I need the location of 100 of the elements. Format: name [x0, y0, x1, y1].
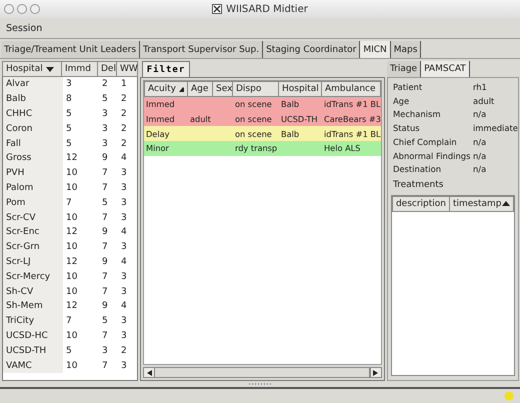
column-header[interactable]: description	[392, 196, 450, 212]
table-cell: 4	[121, 153, 127, 164]
table-cell: 4	[121, 301, 127, 312]
table-cell: 3	[121, 272, 127, 282]
scroll-right-icon[interactable]	[373, 370, 378, 376]
column-header[interactable]: Acuity	[144, 81, 188, 97]
table-cell: 12	[66, 227, 78, 238]
table-cell: 5	[66, 124, 72, 134]
minimize-button[interactable]	[17, 4, 27, 14]
patient-row[interactable]: Immed adult on scene UCSD-TH CareBears #3	[144, 112, 381, 126]
field-value: n/a	[472, 136, 488, 149]
column-header[interactable]: Sex	[213, 81, 233, 97]
table-cell: CHHC	[6, 108, 32, 119]
column-header[interactable]: Hospital	[2, 61, 62, 77]
table-cell: 12	[66, 256, 78, 267]
table-cell: 7	[102, 212, 108, 223]
field-label: Status	[392, 122, 421, 136]
table-cell: 5	[102, 198, 108, 208]
patient-row[interactable]: Delay on scene Balb idTrans #1 BL	[144, 126, 381, 142]
table-cell-text: Immed	[145, 114, 176, 124]
table-cell: 12	[66, 153, 78, 164]
table-cell: 5	[66, 346, 72, 356]
table-cell: 3	[121, 286, 127, 297]
patient-row[interactable]: Immed on scene Balb idTrans #1 BL	[144, 97, 381, 112]
column-header[interactable]: timestamp	[450, 196, 514, 212]
window-title: WIISARD Midtier	[226, 4, 308, 14]
table-cell: 10	[66, 286, 78, 297]
table-cell: 5	[66, 138, 72, 149]
table-cell: 7	[66, 198, 72, 208]
tab[interactable]: Triage/Treament Unit Leaders	[1, 41, 140, 58]
table-cell: 5	[102, 316, 108, 326]
table-cell: 3	[102, 124, 108, 134]
table-cell-text: idTrans #1 BL	[323, 99, 381, 110]
table-cell: 3	[121, 360, 127, 371]
column-header[interactable]: Dispo	[233, 81, 279, 97]
table-cell: 7	[102, 272, 108, 282]
tab[interactable]: MICN	[360, 41, 391, 58]
table-cell-text: Balb	[280, 99, 300, 110]
table-cell: 3	[121, 212, 127, 223]
table-cell: PVH	[6, 168, 24, 178]
column-header[interactable]: Age	[188, 81, 213, 97]
tab[interactable]: Staging Coordinator	[263, 41, 360, 58]
table-cell: Sh-CV	[6, 286, 34, 297]
table-cell: TriCity	[6, 316, 34, 326]
column-header[interactable]: Del	[98, 61, 117, 77]
column-header[interactable]: WW	[117, 61, 138, 77]
field-value: n/a	[472, 150, 488, 163]
table-cell: 5	[102, 94, 108, 104]
table-cell: VAMC	[6, 360, 32, 371]
table-cell-text: Immed	[145, 99, 176, 110]
table-cell: 4	[121, 227, 127, 238]
tab[interactable]: Triage	[386, 61, 422, 77]
table-cell: 7	[102, 168, 108, 178]
splitter-handle-icon[interactable]	[249, 383, 271, 385]
field-label: Abnormal Findings	[392, 150, 472, 163]
table-cell: Pom	[6, 198, 26, 208]
table-cell: Balb	[6, 94, 26, 104]
table-cell: 3	[121, 168, 127, 178]
table-cell-text: UCSD-TH	[280, 114, 319, 124]
x-logo-icon	[212, 4, 222, 14]
tab[interactable]: PAMSCAT	[421, 61, 470, 77]
field-value: adult	[472, 94, 496, 108]
table-cell: 10	[66, 168, 78, 178]
table-cell-text: Delay	[145, 128, 170, 139]
treatments-label: Treatments	[392, 180, 444, 190]
table-cell-text: rdy transp	[234, 143, 278, 154]
close-button[interactable]	[4, 4, 14, 14]
table-cell: 2	[121, 346, 127, 356]
column-header[interactable]: Immd	[62, 61, 98, 77]
filter-button[interactable]: Filter	[142, 61, 190, 77]
tab[interactable]: Transport Supervisor Sup.	[140, 41, 264, 58]
field-label: Chief Complain	[392, 136, 458, 149]
table-cell: 7	[102, 182, 108, 193]
table-cell: 3	[102, 138, 108, 149]
table-cell: 7	[66, 316, 72, 326]
table-cell: Fall	[6, 138, 21, 149]
table-cell: 10	[66, 330, 78, 341]
patient-row[interactable]: Minor rdy transp Helo ALS	[144, 141, 381, 156]
table-cell: Gross	[6, 153, 32, 164]
table-cell-text: idTrans #1 BL	[323, 128, 381, 139]
scroll-left-icon[interactable]	[146, 370, 152, 376]
table-cell: Scr-LJ	[6, 256, 31, 267]
table-cell: 3	[121, 198, 127, 208]
table-cell: 2	[121, 94, 127, 104]
table-cell: Scr-Grn	[6, 242, 40, 252]
table-cell: 9	[102, 227, 108, 238]
status-light-icon	[504, 391, 514, 401]
zoom-button[interactable]	[30, 4, 40, 14]
table-cell: 10	[66, 360, 78, 371]
menu-item[interactable]: Session	[0, 22, 48, 34]
column-header[interactable]: Ambulance	[322, 81, 381, 97]
tab[interactable]: Maps	[390, 41, 422, 58]
horizontal-scrollbar[interactable]	[143, 367, 382, 378]
column-header[interactable]: Hospital	[279, 81, 322, 97]
table-cell: Sh-Mem	[6, 301, 43, 312]
table-cell: 3	[102, 346, 108, 356]
table-cell-text: adult	[189, 114, 212, 124]
table-cell: 2	[121, 108, 127, 119]
field-label: Patient	[392, 81, 424, 94]
table-cell: 3	[121, 316, 127, 326]
